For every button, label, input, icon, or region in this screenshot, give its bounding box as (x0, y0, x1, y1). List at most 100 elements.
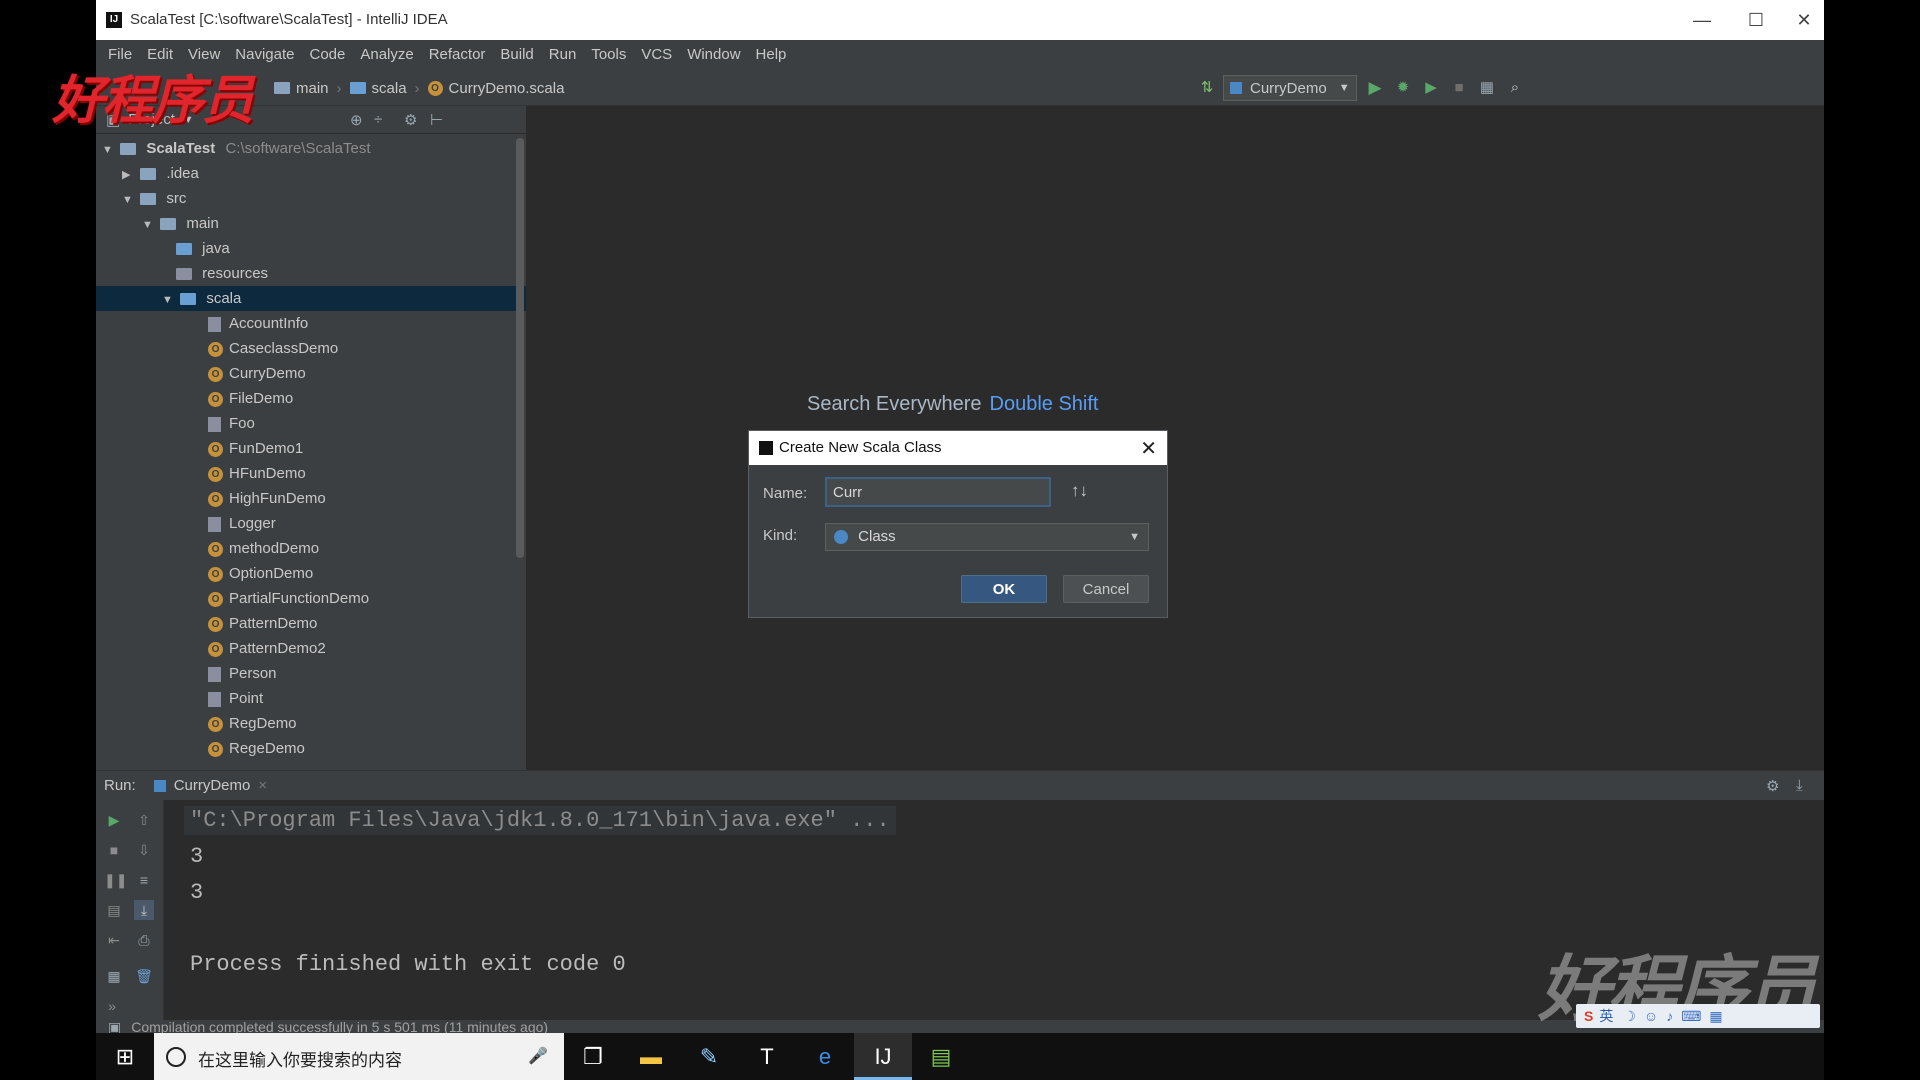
search-icon[interactable]: ⌕ (1504, 77, 1526, 99)
intellij-taskbar-icon[interactable]: IJ (854, 1033, 912, 1080)
create-scala-class-dialog: Create New Scala Class ✕ Name: ↑↓ Kind: … (748, 430, 1168, 618)
exit-icon[interactable]: ⇤ (104, 930, 124, 950)
class-name-input[interactable] (825, 477, 1051, 507)
more-icon[interactable]: » (102, 996, 122, 1016)
class-icon (834, 530, 848, 545)
rerun-icon[interactable]: ▶ (104, 810, 124, 830)
dialog-title-bar[interactable]: Create New Scala Class ✕ (749, 431, 1167, 465)
editor-area (526, 106, 1824, 770)
pause-icon[interactable]: ❚❚ (104, 870, 127, 890)
tree-item-label: scala (206, 290, 242, 307)
dialog-close-button[interactable]: ✕ (1140, 436, 1157, 461)
gear-icon[interactable]: ⚙ (404, 111, 417, 129)
file-explorer-icon[interactable]: ▬ (622, 1033, 680, 1080)
stop-icon[interactable]: ■ (1448, 77, 1470, 99)
trash-icon[interactable]: 🗑 (134, 966, 154, 986)
ime-tool-icons[interactable]: ☽☺♪⌨▦ (1623, 1004, 1730, 1028)
coverage-icon[interactable]: ▶ (1420, 77, 1442, 99)
close-tab-icon[interactable]: × (258, 777, 267, 794)
maximize-button[interactable]: ☐ (1736, 6, 1776, 34)
scala-object-icon: O (208, 616, 223, 632)
file-label: Point (229, 690, 264, 707)
windows-start-icon[interactable]: ⊞ (96, 1033, 154, 1080)
breadcrumb-separator: › (336, 79, 342, 97)
scala-object-icon: O (208, 466, 223, 482)
scala-object-icon: O (208, 541, 223, 557)
print-icon[interactable]: ⎙ (134, 930, 154, 950)
menu-tools[interactable]: Tools (591, 40, 626, 70)
typora-app-icon[interactable]: T (738, 1033, 796, 1080)
menu-analyze[interactable]: Analyze (360, 40, 413, 70)
down-arrow-icon[interactable]: ⇩ (134, 840, 154, 860)
notepad-app-icon[interactable]: ▤ (912, 1033, 970, 1080)
stop-icon[interactable]: ■ (104, 840, 124, 860)
ime-toolbar[interactable]: S 英 ☽☺♪⌨▦ (1576, 1004, 1820, 1028)
breadcrumb-scala[interactable]: scala (372, 80, 407, 97)
console-line: 3 (190, 844, 204, 869)
kind-value: Class (858, 528, 896, 545)
locate-icon[interactable]: ⊕ (350, 111, 363, 129)
hint-shortcut: Double Shift (989, 393, 1099, 415)
run-icon[interactable]: ▶ (1364, 77, 1386, 99)
status-text: Compilation completed successfully in 5 … (131, 1020, 549, 1033)
intellij-app-icon (759, 441, 773, 455)
run-config-icon (153, 779, 166, 792)
taskbar-search[interactable]: 在这里输入你要搜索的内容 🎤 (154, 1033, 564, 1080)
cancel-button[interactable]: Cancel (1063, 575, 1149, 603)
source-folder-icon (176, 243, 192, 256)
soft-wrap-icon[interactable]: ≡ (134, 870, 154, 890)
paint-app-icon[interactable]: ✎ (680, 1033, 738, 1080)
tree-item-src[interactable]: ▼ src (96, 186, 542, 211)
tree-item-idea[interactable]: ▶ .idea (96, 161, 542, 186)
hide-panel-icon[interactable]: ⤓ (1796, 777, 1803, 794)
cortana-icon (166, 1047, 186, 1067)
layout-icon[interactable]: ▦ (104, 966, 124, 986)
menu-vcs[interactable]: VCS (641, 40, 672, 70)
scala-object-icon: O (208, 741, 223, 757)
dump-threads-icon[interactable]: ▤ (104, 900, 124, 920)
scroll-to-end-icon[interactable]: ⤓ (134, 900, 154, 920)
ime-language[interactable]: 英 (1599, 1004, 1613, 1028)
project-structure-icon[interactable]: ▦ (1476, 77, 1498, 99)
folder-icon (160, 218, 177, 231)
menu-help[interactable]: Help (756, 40, 787, 70)
kind-select[interactable]: Class ▼ (825, 523, 1149, 551)
menu-bar: File Edit View Navigate Code Analyze Ref… (96, 40, 1824, 70)
edge-browser-icon[interactable]: e (796, 1033, 854, 1080)
scala-object-icon: O (208, 491, 223, 507)
build-project-icon[interactable]: ⇅ (1196, 77, 1218, 99)
menu-build[interactable]: Build (500, 40, 533, 70)
scala-object-icon: O (208, 716, 223, 732)
microphone-icon[interactable]: 🎤 (528, 1046, 548, 1066)
dialog-title: Create New Scala Class (779, 439, 942, 456)
gear-icon[interactable]: ⚙ (1766, 777, 1779, 795)
close-window-button[interactable]: ✕ (1784, 6, 1824, 34)
collapse-all-icon[interactable]: ÷ (374, 111, 382, 128)
tree-item-main[interactable]: ▼ main (96, 211, 562, 236)
project-scrollbar[interactable] (516, 138, 524, 558)
minimize-button[interactable]: — (1682, 6, 1722, 34)
scala-file-icon (208, 666, 221, 682)
file-label: PatternDemo (229, 615, 318, 632)
debug-icon[interactable]: ✹ (1392, 77, 1414, 99)
status-icon: ▣ (108, 1020, 122, 1033)
collapsed-arrow-icon: ▶ (122, 169, 131, 181)
tree-item-scala[interactable]: ▼ scala (96, 286, 582, 311)
menu-code[interactable]: Code (309, 40, 345, 70)
up-arrow-icon[interactable]: ⇧ (134, 810, 154, 830)
run-config-dropdown[interactable]: CurryDemo ▼ (1223, 75, 1357, 101)
tree-root[interactable]: ▼ ScalaTest C:\software\ScalaTest (96, 136, 522, 161)
task-view-icon[interactable]: ❐ (564, 1033, 622, 1080)
hide-panel-icon[interactable]: ⊢ (430, 111, 443, 129)
menu-run[interactable]: Run (549, 40, 577, 70)
breadcrumb-main[interactable]: main (296, 80, 329, 97)
menu-window[interactable]: Window (687, 40, 740, 70)
breadcrumb-file[interactable]: CurryDemo.scala (449, 80, 565, 97)
ok-button[interactable]: OK (961, 575, 1047, 603)
menu-refactor[interactable]: Refactor (429, 40, 486, 70)
sort-icon[interactable]: ↑↓ (1071, 481, 1088, 501)
run-tab[interactable]: CurryDemo × (153, 777, 267, 794)
file-label: methodDemo (229, 540, 320, 557)
file-label: HighFunDemo (229, 490, 326, 507)
taskbar-search-placeholder: 在这里输入你要搜索的内容 (198, 1051, 402, 1070)
